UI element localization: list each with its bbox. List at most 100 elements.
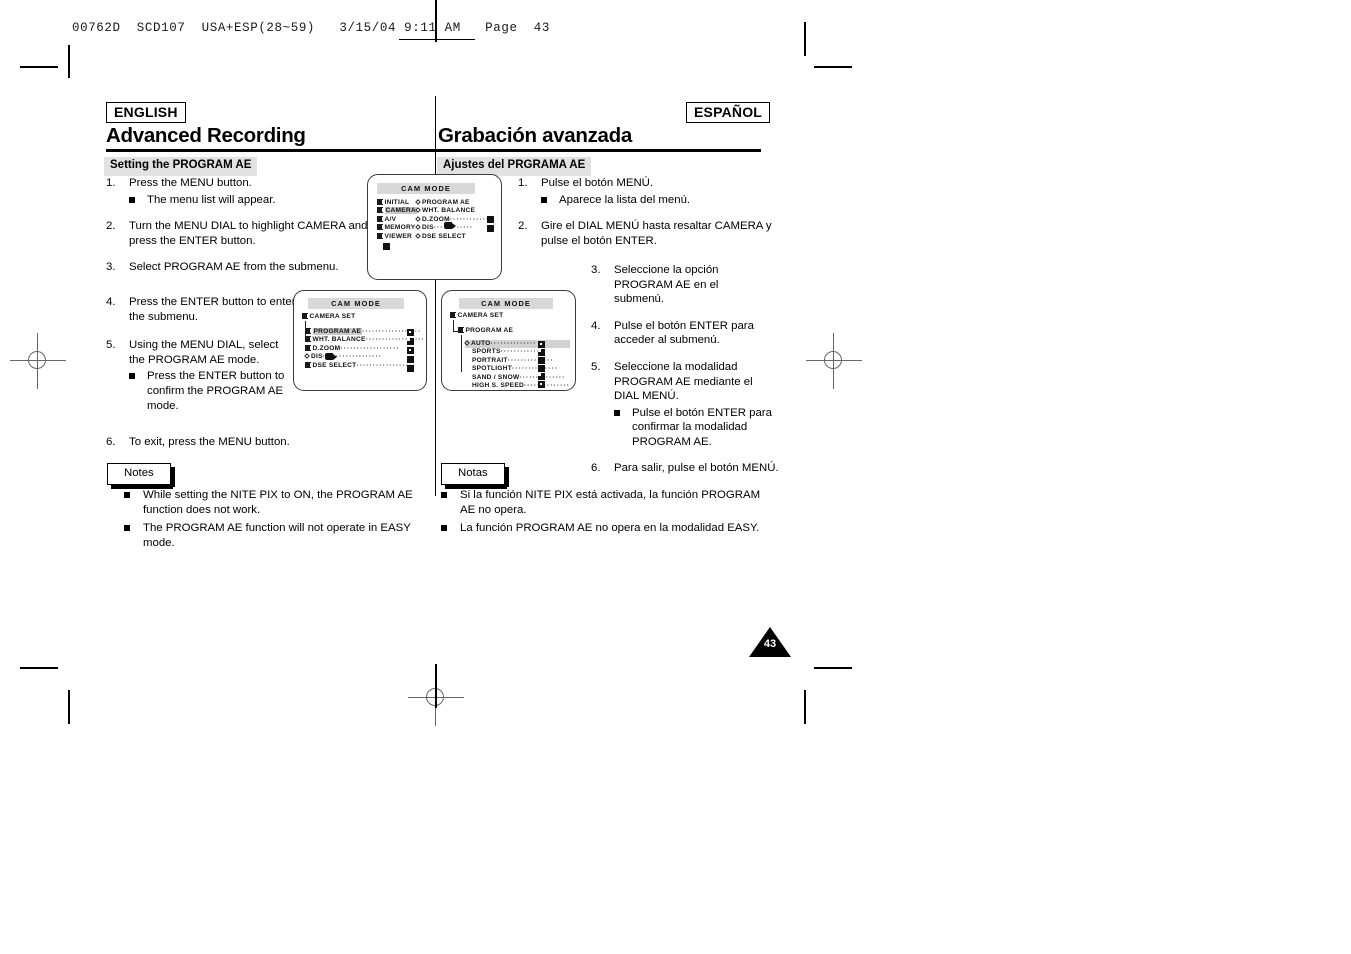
folder-icon — [305, 344, 312, 351]
step-item: 1. Press the MENU button. The menu list … — [106, 176, 296, 207]
step-item: 3. Seleccione la opción PROGRAM AE en el… — [591, 263, 766, 307]
osd-menu-label: VIEWER — [384, 232, 413, 240]
title-rule — [106, 149, 761, 152]
folder-icon — [458, 327, 465, 333]
osd-option-label: HIGH S. SPEED — [472, 382, 524, 390]
osd-list-label: D.ZOOM — [312, 344, 341, 352]
step-item: 6. To exit, press the MENU button. — [106, 435, 296, 450]
diamond-bullet-icon — [415, 224, 421, 231]
step-text: Press the ENTER button to enter the subm… — [129, 295, 296, 323]
folder-icon — [450, 312, 457, 318]
osd-submenu-label: WHT. BALANCE — [422, 207, 476, 215]
column-divider — [435, 96, 436, 496]
tree-connector — [461, 335, 462, 372]
osd-menu-item: CAMERA — [377, 207, 417, 215]
osd-subbreadcrumb: PROGRAM AE — [458, 327, 513, 335]
crop-mark-bottom-left-v — [68, 690, 70, 724]
osd-cursor-icon — [444, 222, 456, 229]
osd-leader-dots: ············ — [449, 215, 490, 223]
osd-left-menu: INITIAL CAMERA A/V MEMORY VIEWER — [377, 199, 417, 241]
osd-option-item: SPORTS·············· — [465, 348, 570, 356]
folder-icon — [305, 328, 312, 334]
note-item: The PROGRAM AE function will not operate… — [124, 521, 414, 550]
step-text: Press the MENU button. — [129, 177, 252, 189]
section-title-english: Setting the PROGRAM AE — [104, 157, 258, 176]
step-number: 4. — [591, 319, 601, 332]
osd-leader-dots: ·············· — [523, 382, 571, 390]
notes-tab-spanish: Notas — [441, 463, 509, 490]
osd-status-chip — [538, 349, 545, 356]
osd-leader-dots: ·············· — [507, 356, 554, 364]
osd-option-label-selected: AUTO — [471, 340, 491, 347]
step-subitem-text: Aparece la lista del menú. — [559, 193, 691, 206]
osd-mode-title: CAM MODE — [377, 183, 475, 194]
osd-menu-item: VIEWER — [377, 232, 417, 241]
lcd-screen-camera-set: CAM MODE CAMERA SET PROGRAM AE ··········… — [293, 290, 427, 391]
notes-list-english: While setting the NITE PIX to ON, the PR… — [124, 488, 414, 554]
osd-status-chip — [487, 216, 494, 223]
osd-submenu-item: PROGRAM AE — [415, 199, 489, 207]
osd-leader-dots: ·············· — [490, 340, 537, 347]
osd-option-item: PORTRAIT·············· — [465, 357, 570, 365]
lcd-screen-main-menu: CAM MODE INITIAL CAMERA A/V MEMORY VIEWE… — [367, 174, 502, 280]
osd-leader-dots: ·················· — [340, 344, 400, 352]
folder-icon — [377, 224, 384, 231]
osd-mode-title: CAM MODE — [308, 298, 404, 309]
osd-status-chip — [487, 225, 494, 232]
step-subitem: The menu list will appear. — [106, 193, 296, 208]
osd-submenu-label: PROGRAM AE — [422, 199, 470, 206]
bullet-square-icon — [124, 492, 130, 498]
step-number: 3. — [591, 264, 601, 276]
step-item: 5. Using the MENU DIAL, select the PROGR… — [106, 338, 296, 413]
step-number: 5. — [591, 360, 601, 373]
step-text: Using the MENU DIAL, select the PROGRAM … — [129, 339, 279, 366]
note-item: Si la función NITE PIX está activada, la… — [441, 488, 761, 517]
osd-option-label: SPORTS — [472, 348, 501, 356]
step-text: Seleccione la modalidad PROGRAM AE media… — [614, 360, 753, 403]
chapter-title-english: Advanced Recording — [106, 124, 306, 147]
diamond-bullet-icon — [415, 199, 421, 205]
step-number: 6. — [106, 436, 116, 449]
osd-status-chip — [407, 329, 414, 336]
diamond-bullet-icon — [415, 215, 421, 222]
steps-list-english: 1. Press the MENU button. The menu list … — [106, 176, 367, 461]
crop-mark-bottom-left-h — [20, 667, 58, 669]
notes-tab-english: Notes — [107, 463, 175, 490]
osd-menu-label: A/V — [384, 215, 397, 223]
osd-option-item: SPOTLIGHT·············· — [465, 365, 570, 373]
osd-right-submenu: PROGRAM AE WHT. BALANCE D.ZOOM··········… — [415, 199, 490, 241]
osd-menu-label: MEMORY — [384, 224, 416, 232]
notes-list-spanish: Si la función NITE PIX está activada, la… — [441, 488, 761, 540]
printed-page: 00762D SCD107 USA+ESP(28~59) 3/15/04 9:1… — [0, 0, 1351, 954]
osd-status-chip — [407, 347, 414, 354]
bullet-square-icon — [441, 492, 447, 498]
step-item: 6. Para salir, pulse el botón MENÚ. — [591, 461, 779, 476]
osd-menu-item: INITIAL — [377, 199, 417, 207]
osd-leader-dots: ·············· — [511, 365, 559, 373]
step-item: 2. Gire el DIAL MENÚ hasta resaltar CAME… — [518, 219, 772, 248]
osd-breadcrumb: CAMERA SET — [302, 313, 355, 321]
step-text: Para salir, pulse el botón MENÚ. — [614, 461, 779, 474]
step-item: 4. Press the ENTER button to enter the s… — [106, 295, 296, 324]
osd-submenu-item: DSE SELECT — [415, 233, 489, 241]
folder-icon — [377, 199, 384, 205]
osd-menu-item: A/V — [377, 215, 417, 224]
osd-list-label-highlighted: PROGRAM AE — [312, 328, 363, 335]
crop-mark-bottom-right-h — [814, 667, 852, 669]
osd-option-list: AUTO·············· SPORTS·············· … — [464, 340, 571, 390]
page-number-text: 43 — [763, 638, 777, 650]
osd-exit-chip — [383, 243, 390, 250]
step-text: Select PROGRAM AE from the submenu. — [129, 261, 339, 274]
step-number: 5. — [106, 339, 116, 352]
chapter-title-spanish: Grabación avanzada — [438, 124, 632, 147]
step-subitem: Aparece la lista del menú. — [518, 193, 804, 208]
step-number: 3. — [106, 261, 116, 274]
folder-icon — [305, 336, 312, 343]
osd-subbreadcrumb-label: PROGRAM AE — [465, 327, 514, 334]
step-text: Seleccione la opción PROGRAM AE en el su… — [614, 264, 719, 306]
osd-menu-label: INITIAL — [384, 199, 410, 206]
bullet-square-icon — [129, 373, 135, 380]
osd-option-label: PORTRAIT — [472, 356, 508, 364]
folder-icon — [377, 207, 384, 214]
crop-mark-top-left-v — [68, 45, 70, 78]
